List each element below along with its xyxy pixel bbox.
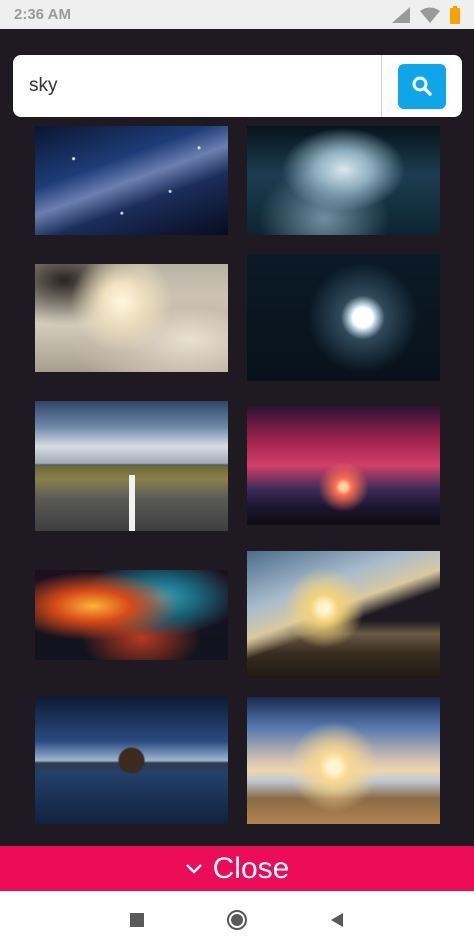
close-label: Close (212, 851, 290, 885)
milky-way-image[interactable] (35, 126, 228, 235)
woman-in-clouds-image[interactable] (35, 264, 228, 372)
navigation-bar (0, 891, 474, 948)
square-icon (130, 912, 144, 927)
battery-icon (450, 5, 460, 24)
back-triangle-icon (331, 912, 343, 927)
status-icons (392, 5, 460, 24)
circle-icon (227, 909, 247, 930)
beach-sunrise-image[interactable] (247, 697, 440, 824)
search-button[interactable] (398, 63, 446, 109)
full-moon-image[interactable] (247, 254, 440, 381)
sunset-over-mountains-image[interactable] (247, 551, 440, 678)
search-button-area (382, 55, 462, 117)
close-button[interactable]: Close (0, 846, 474, 891)
road-under-sky-image[interactable] (35, 401, 228, 531)
recent-apps-button[interactable] (125, 908, 149, 932)
home-button[interactable] (225, 908, 249, 932)
search-icon (412, 76, 432, 96)
status-time: 2:36 AM (14, 6, 71, 23)
wifi-icon (420, 7, 440, 23)
search-box (13, 55, 462, 117)
tree-reflection-image[interactable] (35, 697, 228, 824)
cellular-signal-icon (392, 6, 410, 23)
chevron-down-icon (185, 863, 202, 874)
search-input[interactable] (13, 55, 381, 117)
stormy-clouds-image[interactable] (247, 126, 440, 235)
back-button[interactable] (325, 908, 349, 932)
status-bar: 2:36 AM (0, 0, 474, 29)
tree-at-sunset-image[interactable] (247, 406, 440, 525)
colorful-nebula-image[interactable] (35, 570, 228, 660)
image-results-grid (0, 0, 474, 948)
